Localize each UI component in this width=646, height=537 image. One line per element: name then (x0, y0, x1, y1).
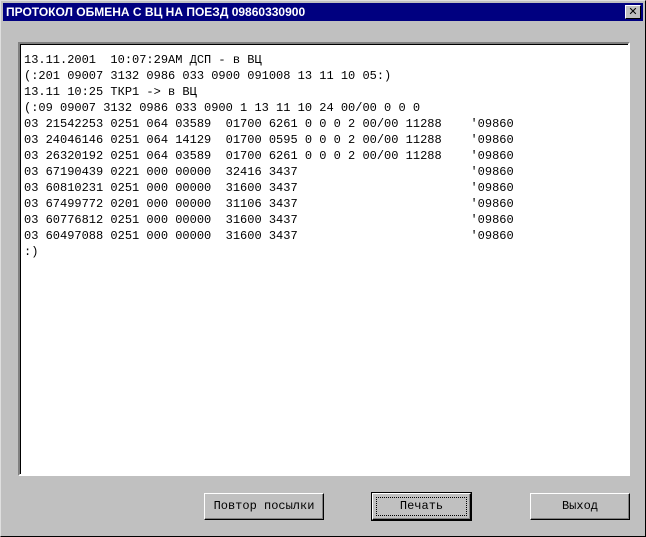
title-bar[interactable]: ПРОТОКОЛ ОБМЕНА С ВЦ НА ПОЕЗД 0986033090… (3, 3, 643, 21)
close-icon[interactable]: ✕ (625, 5, 641, 19)
log-line: (:09 09007 3132 0986 033 0900 1 13 11 10… (24, 101, 421, 115)
resend-button[interactable]: Повтор посылки (204, 493, 324, 520)
window-title: ПРОТОКОЛ ОБМЕНА С ВЦ НА ПОЕЗД 0986033090… (6, 5, 306, 19)
log-line: 13.11.2001 10:07:29AM ДСП - в ВЦ (24, 53, 262, 67)
log-line: :) (24, 245, 39, 259)
log-line: 03 24046146 0251 064 14129 01700 0595 0 … (24, 133, 514, 147)
print-button[interactable]: Печать (371, 492, 472, 521)
log-line: 03 60776812 0251 000 00000 31600 3437 '0… (24, 213, 514, 227)
log-line: 03 67190439 0221 000 00000 32416 3437 '0… (24, 165, 514, 179)
focus-rectangle (376, 497, 467, 516)
log-line: (:201 09007 3132 0986 033 0900 091008 13… (24, 69, 392, 83)
log-line: 03 67499772 0201 000 00000 31106 3437 '0… (24, 197, 514, 211)
exchange-log-textarea[interactable]: 13.11.2001 10:07:29AM ДСП - в ВЦ (:201 0… (18, 42, 630, 476)
log-line: 03 60497088 0251 000 00000 31600 3437 '0… (24, 229, 514, 243)
exit-button[interactable]: Выход (530, 493, 630, 520)
protocol-window: ПРОТОКОЛ ОБМЕНА С ВЦ НА ПОЕЗД 0986033090… (0, 0, 646, 537)
log-line: 13.11 10:25 ТКР1 -> в ВЦ (24, 85, 197, 99)
log-line: 03 26320192 0251 064 03589 01700 6261 0 … (24, 149, 514, 163)
log-line: 03 21542253 0251 064 03589 01700 6261 0 … (24, 117, 514, 131)
log-line: 03 60810231 0251 000 00000 31600 3437 '0… (24, 181, 514, 195)
